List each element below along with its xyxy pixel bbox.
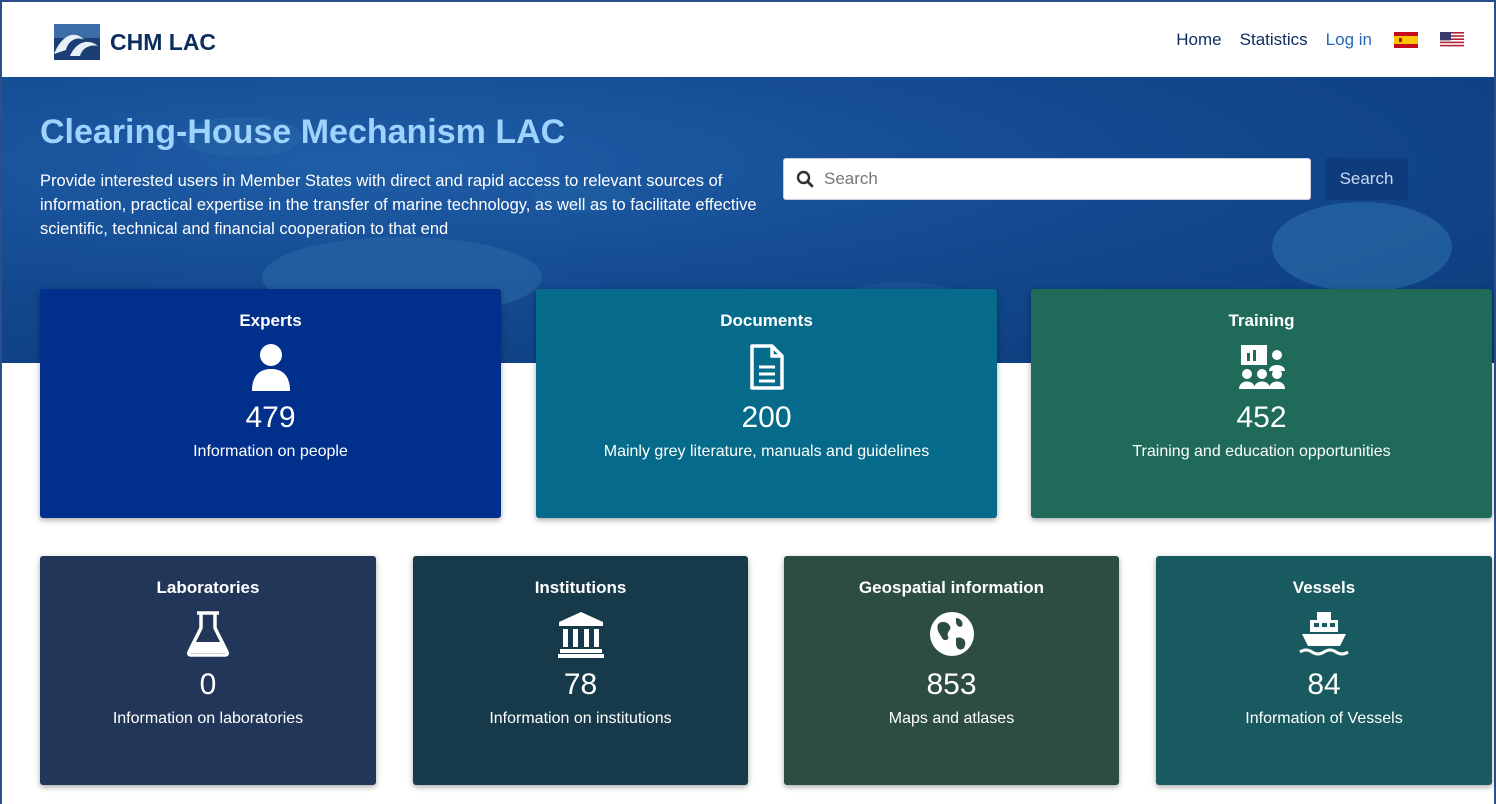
spain-flag-icon[interactable] [1394,32,1418,48]
card-description: Information on laboratories [112,710,304,727]
us-flag-icon[interactable] [1440,32,1464,48]
wave-logo-icon [54,24,100,60]
hero-title: Clearing-House Mechanism LAC [40,113,566,151]
search-field[interactable] [783,158,1311,200]
brand-link[interactable]: CHM LAC [54,24,216,60]
flask-icon [187,611,229,657]
card-count: 452 [1236,401,1287,434]
user-icon [251,344,290,391]
card-count: 853 [926,668,977,701]
search-input[interactable] [822,168,1296,190]
nav-statistics[interactable]: Statistics [1240,30,1308,50]
card-count: 200 [741,401,792,434]
card-training[interactable]: Training 452 Training and education oppo… [1031,289,1492,518]
search-button[interactable]: Search [1325,158,1408,200]
card-count: 78 [563,668,598,701]
top-navbar: CHM LAC Home Statistics Log in [2,2,1494,77]
card-description: Mainly grey literature, manuals and guid… [603,443,930,460]
globe-icon [929,612,974,656]
card-description: Information on institutions [489,710,672,727]
card-title: Geospatial information [858,578,1045,597]
card-institutions[interactable]: Institutions 78 Information on instituti… [413,556,748,785]
training-icon [1238,345,1285,389]
main-nav: Home Statistics Log in [1158,30,1464,50]
card-experts[interactable]: Experts 479 Information on people [40,289,501,518]
nav-login[interactable]: Log in [1326,30,1372,50]
search-icon [796,170,814,188]
card-description: Maps and atlases [888,710,1015,727]
card-title: Vessels [1292,578,1356,597]
card-title: Institutions [534,578,627,597]
card-description: Information on people [193,443,348,460]
card-vessels[interactable]: Vessels 84 Information of Vessels [1156,556,1492,785]
nav-home[interactable]: Home [1176,30,1221,50]
brand-name: CHM LAC [110,28,217,55]
hero-description: Provide interested users in Member State… [40,172,757,238]
institution-icon [557,612,604,658]
card-count: 0 [199,668,217,701]
card-laboratories[interactable]: Laboratories 0 Information on laboratori… [40,556,376,785]
card-title: Laboratories [156,578,260,597]
card-geospatial[interactable]: Geospatial information 853 Maps and atla… [784,556,1119,785]
document-icon [749,344,784,390]
card-documents[interactable]: Documents 200 Mainly grey literature, ma… [536,289,997,518]
card-description: Information of Vessels [1245,710,1403,727]
card-title: Experts [239,311,302,330]
card-count: 84 [1307,668,1341,701]
card-title: Documents [720,311,813,330]
card-count: 479 [245,401,296,434]
card-description: Training and education opportunities [1132,443,1391,460]
card-title: Training [1228,311,1295,330]
ship-icon [1299,612,1349,656]
